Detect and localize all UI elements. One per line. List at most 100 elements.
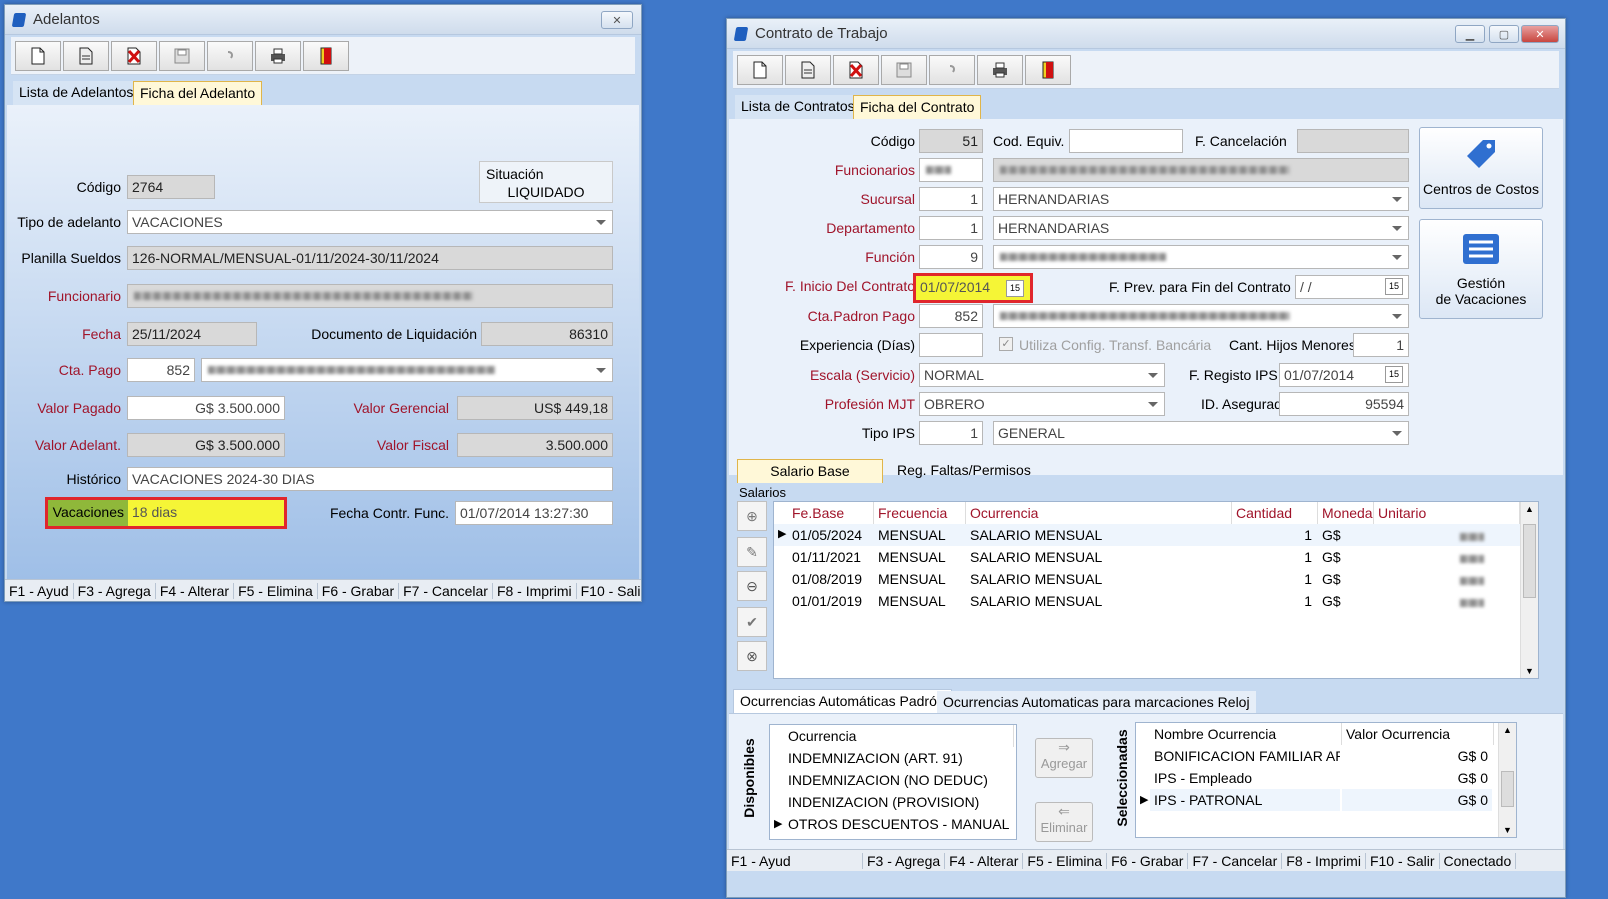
cta-padron-select[interactable] [993,304,1409,328]
escala-select[interactable]: NORMAL [919,363,1165,387]
tab-lista-contratos[interactable]: Lista de Contratos [735,95,861,119]
save-button[interactable] [881,54,927,85]
experiencia-field[interactable] [919,333,983,357]
profesion-select[interactable]: OBRERO [919,392,1165,416]
col-cantidad[interactable]: Cantidad [1232,502,1318,524]
departamento-select[interactable]: HERNANDARIAS [993,216,1409,240]
edit-button[interactable] [63,40,109,71]
exit-button[interactable] [303,40,349,71]
calendar-icon[interactable]: 15 [1006,280,1024,297]
eliminar-button[interactable]: ⇐ Eliminar [1035,802,1093,842]
table-row[interactable]: ▶ 01/05/2024 MENSUAL SALARIO MENSUAL 1 G… [774,524,1522,546]
cta-pago-name-select[interactable] [201,358,613,382]
codigo-field[interactable]: 51 [919,129,983,153]
sucursal-num-field[interactable]: 1 [919,187,983,211]
tab-lista-adelantos[interactable]: Lista de Adelantos [13,81,140,105]
valor-pagado-field[interactable]: G$ 3.500.000 [127,396,285,420]
agregar-button[interactable]: ⇒ Agregar [1035,738,1093,778]
planilla-field[interactable]: 126-NORMAL/MENSUAL-01/11/2024-30/11/2024 [127,246,613,270]
tab-reg-faltas[interactable]: Reg. Faltas/Permisos [891,459,1037,483]
calendar-icon[interactable]: 15 [1385,278,1403,295]
cta-padron-field[interactable]: 852 [919,304,983,328]
tipo-ips-select[interactable]: GENERAL [993,421,1409,445]
print-button[interactable] [255,40,301,71]
list-item[interactable]: IPS - Empleado [1150,767,1340,789]
valor-fiscal-field[interactable]: 3.500.000 [457,433,613,457]
edit-button[interactable] [785,54,831,85]
close-button[interactable]: ✕ [601,11,633,29]
col-ocurrencia[interactable]: Ocurrencia [966,502,1232,524]
table-row[interactable]: 01/01/2019 MENSUAL SALARIO MENSUAL 1 G$ [774,590,1522,612]
delete-button[interactable] [111,40,157,71]
historico-field[interactable]: VACACIONES 2024-30 DIAS [127,467,613,491]
contrato-titlebar[interactable]: Contrato de Trabajo [727,19,1565,49]
calendar-icon[interactable]: 15 [1385,366,1403,383]
scroll-down-icon[interactable]: ▼ [1525,666,1534,676]
edit-row-button[interactable]: ✎ [737,537,767,567]
tab-ficha-contrato[interactable]: Ficha del Contrato [853,95,982,119]
list-item[interactable]: IPS - PATRONAL [1150,789,1340,811]
tipo-adelanto-select[interactable]: VACACIONES [127,210,613,234]
tab-salario-base[interactable]: Salario Base [737,459,883,483]
funcionario-field[interactable] [127,284,613,308]
close-button[interactable]: ✕ [1521,25,1559,43]
vertical-scrollbar[interactable]: ▲ ▼ [1498,723,1516,837]
cant-hijos-field[interactable]: 1 [1353,333,1409,357]
adelantos-titlebar[interactable]: Adelantos [5,5,641,35]
save-button[interactable] [159,40,205,71]
undo-button[interactable] [929,54,975,85]
sucursal-select[interactable]: HERNANDARIAS [993,187,1409,211]
col-ocurrencia[interactable]: Ocurrencia [784,725,1014,747]
id-asegurado-field[interactable]: 95594 [1279,392,1409,416]
list-item[interactable]: INDEMNIZACION (NO DEDUC) [784,769,992,791]
funcion-select[interactable] [993,245,1409,269]
col-moneda[interactable]: Moneda [1318,502,1374,524]
remove-row-button[interactable]: ⊖ [737,571,767,601]
tab-ocurrencias-reloj[interactable]: Ocurrencias Automaticas para marcaciones… [937,691,1256,715]
departamento-num-field[interactable]: 1 [919,216,983,240]
confirm-row-button[interactable]: ✔ [737,607,767,637]
funcionario-code-field[interactable] [919,158,983,182]
funcion-num-field[interactable]: 9 [919,245,983,269]
add-row-button[interactable]: ⊕ [737,501,767,531]
print-button[interactable] [977,54,1023,85]
minimize-button[interactable]: ▁ [1455,25,1485,43]
valor-gerencial-field[interactable]: US$ 449,18 [457,396,613,420]
scroll-down-icon[interactable]: ▼ [1503,825,1512,835]
col-frecuencia[interactable]: Frecuencia [874,502,966,524]
fecha-contr-field[interactable]: 01/07/2014 13:27:30 [455,501,613,525]
scroll-thumb[interactable] [1501,771,1514,807]
cancel-row-button[interactable]: ⊗ [737,641,767,671]
col-unitario[interactable]: Unitario [1374,502,1520,524]
col-fe-base[interactable]: Fe.Base [788,502,874,524]
utiliza-checkbox[interactable]: ✓ [999,337,1013,351]
new-button[interactable] [737,54,783,85]
undo-button[interactable] [207,40,253,71]
vacaciones-field[interactable]: 18 dias [128,500,284,526]
f-inicio-field[interactable]: 01/07/2014 [920,279,990,295]
doc-liquidacion-field[interactable]: 86310 [481,322,613,346]
centros-costos-button[interactable]: Centros de Costos [1419,127,1543,209]
scroll-up-icon[interactable]: ▲ [1503,725,1512,735]
list-item[interactable]: BONIFICACION FAMILIAR ART. [1150,745,1340,767]
cta-pago-field[interactable]: 852 [127,358,195,382]
exit-button[interactable] [1025,54,1071,85]
fecha-field[interactable]: 25/11/2024 [127,322,257,346]
cod-equiv-field[interactable] [1069,129,1183,153]
col-nombre-ocurrencia[interactable]: Nombre Ocurrencia [1150,723,1342,745]
tipo-ips-num-field[interactable]: 1 [919,421,983,445]
scroll-thumb[interactable] [1523,524,1536,598]
funcionario-name-field[interactable] [993,158,1409,182]
table-row[interactable]: 01/11/2021 MENSUAL SALARIO MENSUAL 1 G$ [774,546,1522,568]
scroll-up-icon[interactable]: ▲ [1525,504,1534,514]
list-item[interactable]: OTROS DESCUENTOS - MANUAL [784,813,1013,835]
gestion-vacaciones-button[interactable]: Gestión de Vacaciones [1419,219,1543,319]
list-item[interactable]: INDEMNIZACION (ART. 91) [784,747,967,769]
delete-button[interactable] [833,54,879,85]
valor-adelant-field[interactable]: G$ 3.500.000 [127,433,285,457]
f-cancelacion-field[interactable] [1297,129,1409,153]
col-valor-ocurrencia[interactable]: Valor Ocurrencia [1342,723,1494,745]
table-row[interactable]: 01/08/2019 MENSUAL SALARIO MENSUAL 1 G$ [774,568,1522,590]
tab-ocurrencias-padron[interactable]: Ocurrencias Automáticas Padrón [733,689,952,713]
maximize-button[interactable]: ▢ [1489,25,1519,43]
